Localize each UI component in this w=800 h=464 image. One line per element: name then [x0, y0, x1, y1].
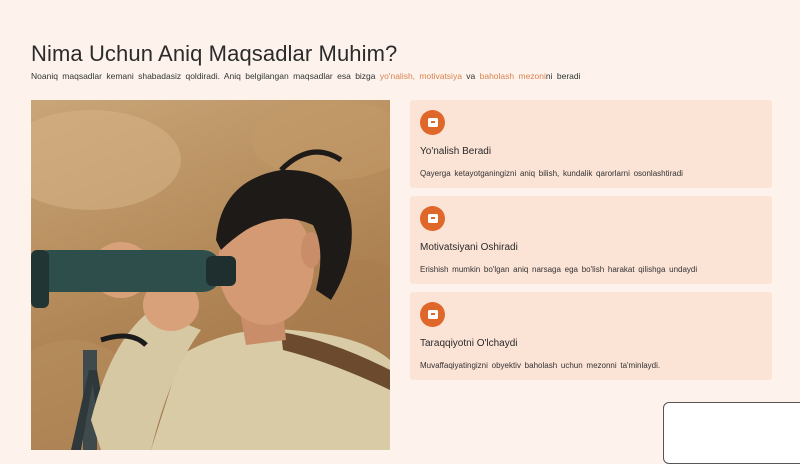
intro-highlight-1: yo'nalish, motivatsiya: [379, 71, 462, 81]
calendar-icon: [420, 110, 445, 135]
calendar-icon: [420, 206, 445, 231]
benefit-card: Taraqqiyotni O'lchaydi Muvaffaqiyatingiz…: [410, 292, 772, 380]
man-with-spotting-scope-illustration: [31, 100, 390, 450]
benefit-title: Motivatsiyani Oshiradi: [420, 242, 518, 253]
benefit-description: Erishish mumkin bo'lgan aniq narsaga ega…: [420, 265, 698, 274]
benefit-description: Qayerga ketayotganingizni aniq bilish, k…: [420, 169, 683, 178]
intro-part-3: ni beradi: [545, 71, 581, 81]
benefit-title: Taraqqiyotni O'lchaydi: [420, 338, 518, 349]
benefit-description: Muvaffaqiyatingizni obyektiv baholash uc…: [420, 361, 661, 370]
benefit-card: Yo'nalish Beradi Qayerga ketayotganingiz…: [410, 100, 772, 188]
intro-part-1: Noaniq maqsadlar kemani shabadasiz qoldi…: [31, 71, 380, 81]
corner-widget[interactable]: [663, 402, 800, 464]
hero-photo: [31, 100, 390, 450]
intro-text: Noaniq maqsadlar kemani shabadasiz qoldi…: [31, 71, 581, 81]
benefits-list: Yo'nalish Beradi Qayerga ketayotganingiz…: [410, 100, 772, 388]
calendar-icon: [420, 302, 445, 327]
benefit-card: Motivatsiyani Oshiradi Erishish mumkin b…: [410, 196, 772, 284]
page-title: Nima Uchun Aniq Maqsadlar Muhim?: [31, 40, 398, 66]
benefit-title: Yo'nalish Beradi: [420, 146, 492, 157]
intro-part-2: va: [461, 71, 480, 81]
intro-highlight-2: baholash mezoni: [479, 71, 546, 81]
